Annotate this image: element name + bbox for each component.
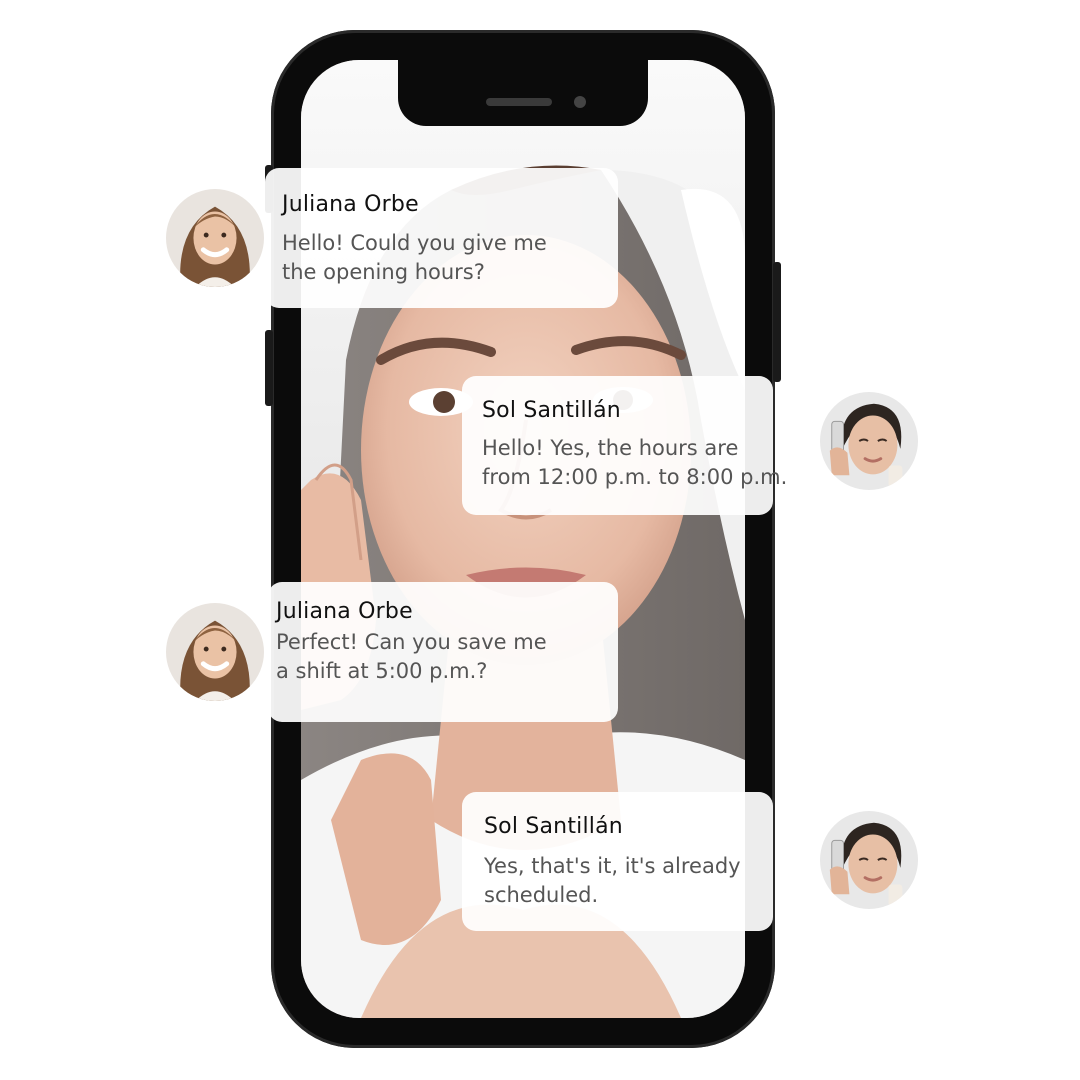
message-line: scheduled.: [484, 883, 599, 907]
message-text: Perfect! Can you save me a shift at 5:00…: [276, 628, 618, 686]
sender-name: Sol Santillán: [482, 398, 621, 423]
front-camera-icon: [574, 96, 586, 108]
message-line: Perfect! Can you save me: [276, 630, 547, 654]
phone-notch: [398, 60, 648, 126]
message-bubble-4: Sol Santillán Yes, that's it, it's alrea…: [462, 792, 773, 931]
sol-santillan-avatar[interactable]: [820, 811, 918, 909]
chat-mockup-canvas: Juliana Orbe Hello! Could you give me th…: [0, 0, 1080, 1080]
message-bubble-2: Sol Santillán Hello! Yes, the hours are …: [462, 376, 788, 515]
sender-name: Juliana Orbe: [282, 192, 419, 217]
message-line: a shift at 5:00 p.m.?: [276, 659, 488, 683]
volume-button: [265, 330, 273, 406]
juliana-orbe-avatar[interactable]: [166, 603, 264, 701]
power-button: [773, 262, 781, 382]
message-line: the opening hours?: [282, 260, 485, 284]
avatar-photo-icon: [820, 811, 918, 909]
sender-name: Sol Santillán: [484, 814, 623, 839]
message-line: Yes, that's it, it's already: [484, 854, 741, 878]
message-bubble-3: Juliana Orbe Perfect! Can you save me a …: [268, 582, 618, 722]
message-line: from 12:00 p.m. to 8:00 p.m.: [482, 465, 788, 489]
sender-name: Juliana Orbe: [276, 599, 413, 624]
juliana-orbe-avatar[interactable]: [166, 189, 264, 287]
avatar-photo-icon: [166, 189, 264, 287]
message-text: Hello! Could you give me the opening hou…: [282, 229, 618, 287]
sol-santillan-avatar[interactable]: [820, 392, 918, 490]
earpiece-speaker: [486, 98, 552, 106]
message-line: Hello! Could you give me: [282, 231, 547, 255]
avatar-photo-icon: [820, 392, 918, 490]
avatar-photo-icon: [166, 603, 264, 701]
message-bubble-1: Juliana Orbe Hello! Could you give me th…: [265, 168, 618, 308]
message-line: Hello! Yes, the hours are: [482, 436, 739, 460]
message-text: Yes, that's it, it's already scheduled.: [484, 852, 773, 910]
message-text: Hello! Yes, the hours are from 12:00 p.m…: [482, 434, 788, 492]
